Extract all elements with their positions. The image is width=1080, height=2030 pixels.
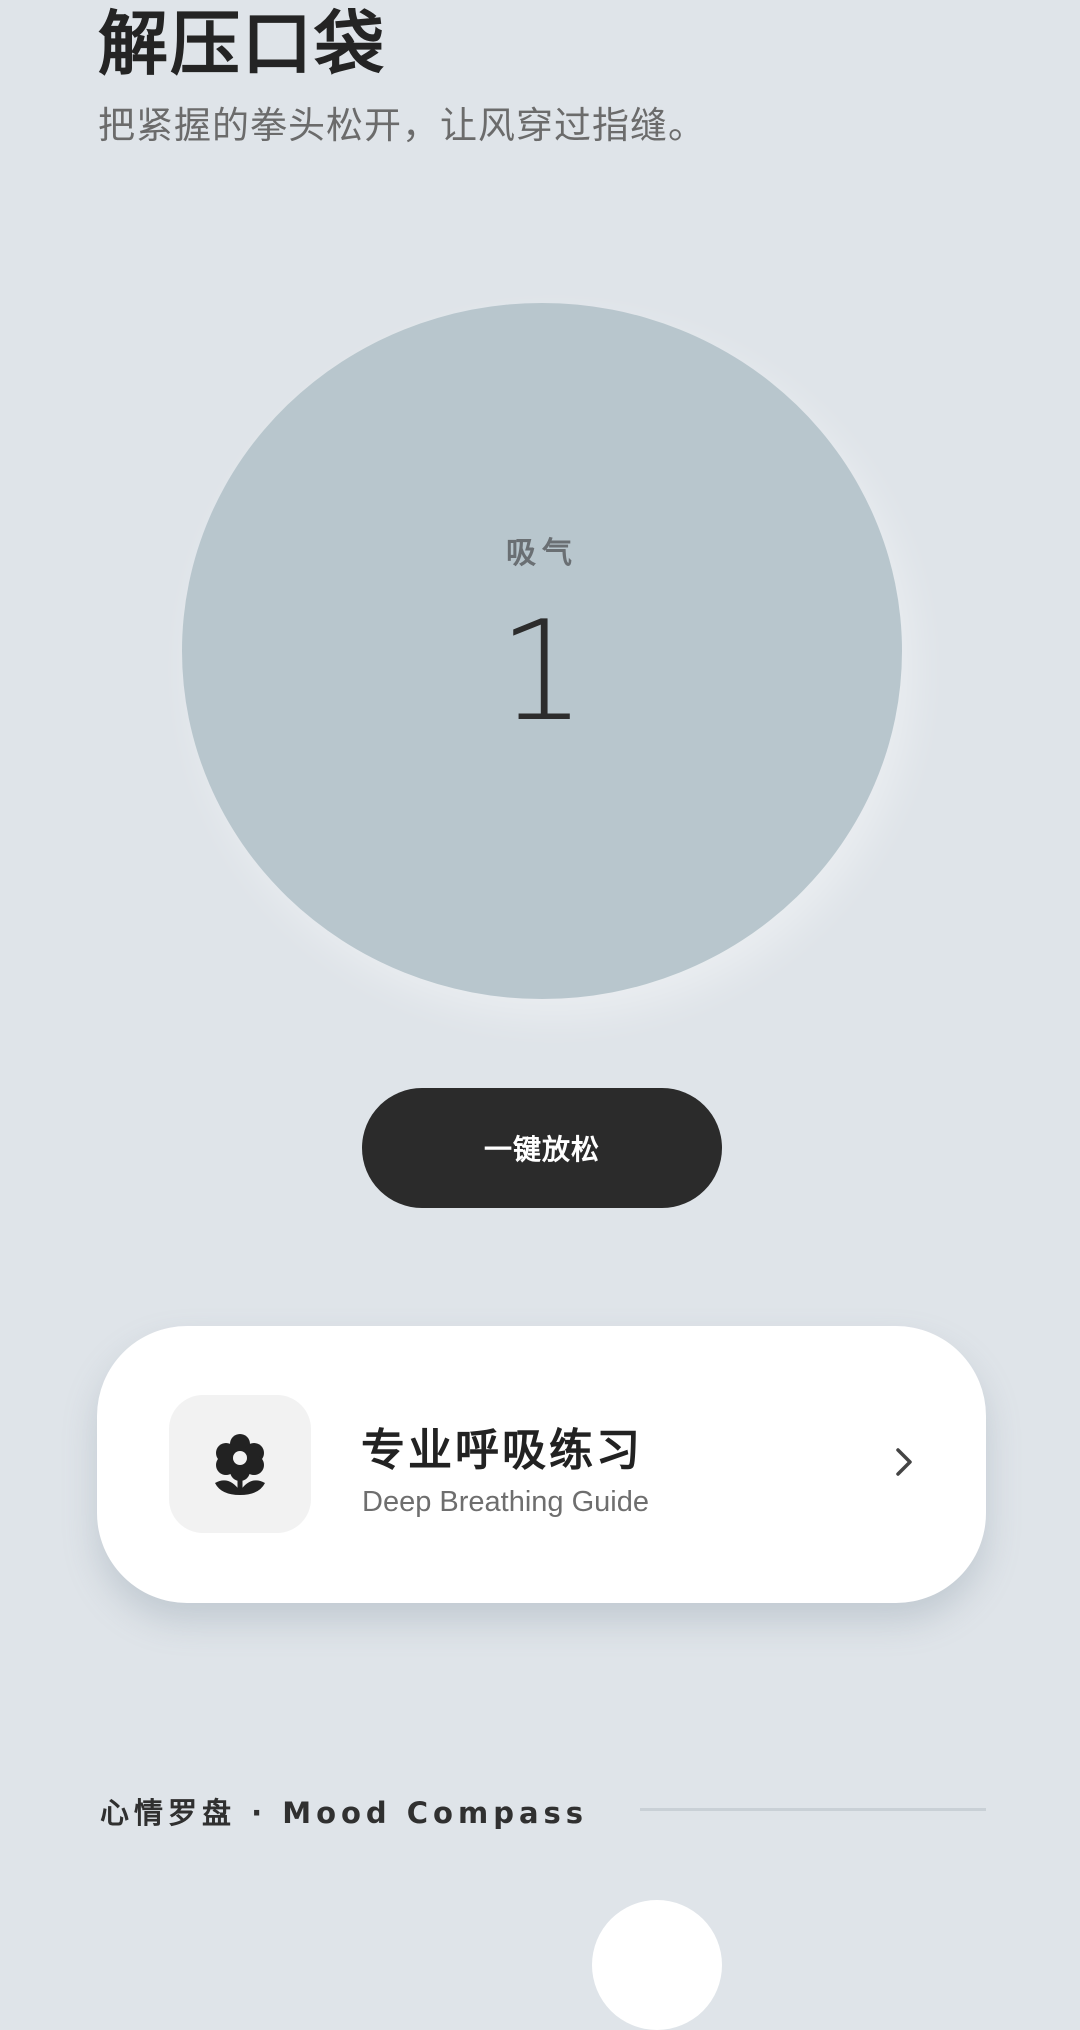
deep-breathing-card[interactable]: 专业呼吸练习 Deep Breathing Guide bbox=[97, 1326, 986, 1603]
flower-icon bbox=[215, 1434, 265, 1495]
card-icon-container bbox=[169, 1395, 311, 1533]
chevron-right-icon bbox=[896, 1448, 912, 1476]
section-divider bbox=[640, 1808, 986, 1811]
card-title: 专业呼吸练习 bbox=[361, 1425, 643, 1476]
screen: 解压口袋 把紧握的拳头松开，让风穿过指缝。 吸气 1 一键放松 专业呼吸练习 D… bbox=[0, 0, 1080, 2030]
mood-compass-heading: 心情罗盘 · Mood Compass bbox=[100, 1796, 589, 1830]
quick-relax-button[interactable]: 一键放松 bbox=[362, 1088, 722, 1208]
breath-count: 1 bbox=[498, 591, 586, 752]
breath-phase-label: 吸气 bbox=[506, 536, 578, 571]
card-subtitle: Deep Breathing Guide bbox=[362, 1486, 649, 1518]
page-title: 解压口袋 bbox=[98, 3, 386, 85]
page-subtitle: 把紧握的拳头松开，让风穿过指缝。 bbox=[98, 104, 706, 147]
breathing-circle[interactable]: 吸气 1 bbox=[182, 303, 902, 999]
